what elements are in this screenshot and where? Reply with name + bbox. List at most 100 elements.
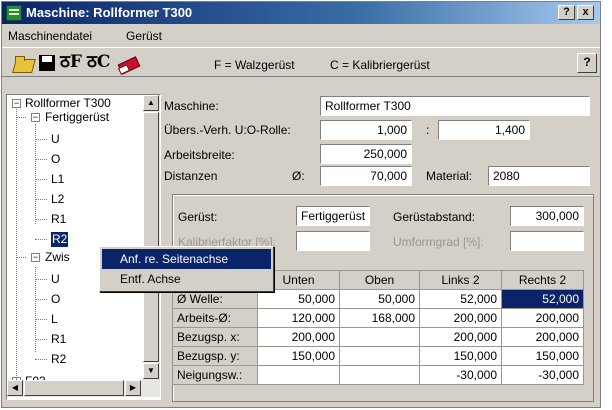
geruestabstand-label: Gerüstabstand: [393, 210, 476, 224]
column-header[interactable]: Links 2 [419, 270, 502, 290]
column-header[interactable]: Oben [339, 270, 420, 290]
rollform-c-icon[interactable]: ठC [87, 51, 110, 73]
geruest-field[interactable]: Fertiggerüst [296, 206, 370, 226]
column-header[interactable]: Rechts 2 [501, 270, 584, 290]
ubers-separator: : [426, 123, 430, 137]
collapse-icon[interactable]: − [31, 253, 40, 262]
grid-cell[interactable] [257, 365, 340, 385]
table-row: Neigungsw.: -30,000 -30,000 [172, 365, 584, 385]
material-field[interactable]: 2080 [488, 166, 590, 186]
legend-c: C = Kalibriergerüst [330, 58, 430, 72]
tree-root[interactable]: Rollformer T300 [25, 96, 111, 111]
toolbar: ठF ठC F = Walzgerüst C = Kalibriergerüst… [2, 47, 600, 77]
tree-item[interactable]: R1 [51, 212, 66, 227]
app-icon [6, 5, 22, 21]
arbeitsbreite-label: Arbeitsbreite: [164, 148, 235, 162]
scroll-thumb[interactable] [143, 112, 159, 362]
tree-item-selected[interactable]: R2 [51, 232, 69, 247]
grid-cell[interactable] [339, 327, 420, 347]
collapse-icon[interactable]: − [31, 113, 40, 122]
grid-cell[interactable] [339, 365, 420, 385]
table-row: Bezugsp. y: 150,000 150,000 150,000 [172, 346, 584, 366]
tree-item[interactable]: R2 [51, 352, 66, 367]
row-header: Bezugsp. x: [172, 327, 258, 347]
scroll-down-icon[interactable]: ▼ [143, 363, 159, 379]
tree-line [16, 117, 26, 118]
window-title: Maschine: Rollformer T300 [26, 5, 193, 20]
menu-bar: Maschinendatei Gerüst [2, 26, 600, 45]
distanzen-field[interactable]: 70,000 [320, 166, 412, 186]
title-bar[interactable]: Maschine: Rollformer T300 ? x [2, 2, 600, 24]
tree-item[interactable]: U [51, 132, 60, 147]
menu-item-add-right-axis[interactable]: Anf. re. Seitenachse [102, 249, 271, 269]
scroll-right-icon[interactable]: ▶ [125, 380, 141, 396]
row-header: Bezugsp. y: [172, 346, 258, 366]
grid-cell[interactable]: 150,000 [501, 346, 584, 366]
umformgrad-label: Umformgrad [%]: [393, 235, 484, 249]
tree-item[interactable]: U [51, 272, 60, 287]
close-button[interactable]: x [577, 5, 594, 20]
table-row: Bezugsp. x: 200,000 200,000 200,000 [172, 327, 584, 347]
grid-cell[interactable]: 200,000 [257, 327, 340, 347]
tree-line [16, 104, 17, 378]
geruestabstand-field[interactable]: 300,000 [510, 206, 584, 226]
grid-cell[interactable]: 150,000 [419, 346, 502, 366]
tree-group-zwischen[interactable]: Zwis [45, 250, 70, 265]
grid-cell[interactable]: 52,000 [419, 289, 502, 309]
grid-cell[interactable]: 200,000 [419, 308, 502, 328]
table-row: Arbeits-Ø: 120,000 168,000 200,000 200,0… [172, 308, 584, 328]
umformgrad-field[interactable] [510, 231, 584, 251]
grid-cell[interactable]: 150,000 [257, 346, 340, 366]
menu-maschinendatei[interactable]: Maschinendatei [8, 29, 92, 43]
row-header: Arbeits-Ø: [172, 308, 258, 328]
grid-cell[interactable] [339, 346, 420, 366]
tree-item[interactable]: O [51, 292, 60, 307]
grid-cell[interactable]: 200,000 [419, 327, 502, 347]
ubers-field-2[interactable]: 1,400 [438, 120, 530, 140]
kalibrierfaktor-field[interactable] [296, 231, 370, 251]
grid-cell[interactable]: -30,000 [501, 365, 584, 385]
grid-cell[interactable]: 50,000 [339, 289, 420, 309]
row-header: Ø Welle: [172, 289, 258, 309]
diameter-label: Ø: [292, 169, 305, 183]
main-window: Maschine: Rollformer T300 ? x Maschinend… [1, 1, 601, 408]
help-icon[interactable]: ? [577, 53, 597, 73]
collapse-icon[interactable]: − [12, 99, 21, 108]
grid-cell[interactable]: -30,000 [419, 365, 502, 385]
grid-cell[interactable]: 200,000 [501, 327, 584, 347]
menu-item-remove-axis[interactable]: Entf. Achse [102, 269, 271, 289]
scroll-left-icon[interactable]: ◀ [7, 380, 23, 396]
menu-geruest[interactable]: Gerüst [126, 29, 162, 43]
rollform-f-icon[interactable]: ठF [60, 51, 82, 73]
tree-horizontal-scrollbar[interactable]: ◀ ▶ [7, 380, 160, 397]
maschine-label: Maschine: [164, 99, 219, 113]
tree-item[interactable]: O [51, 152, 60, 167]
geruest-label: Gerüst: [178, 210, 218, 224]
scroll-up-icon[interactable]: ▲ [143, 95, 159, 111]
help-title-button[interactable]: ? [558, 5, 575, 20]
context-menu: Anf. re. Seitenachse Entf. Achse [99, 246, 274, 292]
eraser-icon[interactable] [117, 52, 139, 74]
tree-group-fertiggeruest[interactable]: Fertiggerüst [45, 110, 109, 125]
tree-vertical-scrollbar[interactable]: ▲ ▼ [143, 95, 160, 380]
distanzen-label: Distanzen [164, 169, 218, 183]
legend-f: F = Walzgerüst [214, 58, 295, 72]
grid-cell[interactable]: 120,000 [257, 308, 340, 328]
maschine-field[interactable]: Rollformer T300 [320, 96, 590, 116]
row-header: Neigungsw.: [172, 365, 258, 385]
grid-cell[interactable]: 200,000 [501, 308, 584, 328]
tree-line [16, 257, 26, 258]
open-folder-icon[interactable] [12, 52, 34, 74]
tree-item[interactable]: L1 [51, 172, 64, 187]
ubers-field-1[interactable]: 1,000 [320, 120, 412, 140]
save-icon[interactable] [36, 52, 58, 74]
scroll-thumb[interactable] [24, 380, 124, 396]
material-label: Material: [426, 169, 473, 183]
grid-cell-selected[interactable]: 52,000 [501, 289, 584, 309]
tree-item[interactable]: L2 [51, 192, 64, 207]
tree-item[interactable]: L [51, 312, 58, 327]
tree-item[interactable]: R1 [51, 332, 66, 347]
arbeitsbreite-field[interactable]: 250,000 [320, 144, 412, 164]
grid-cell[interactable]: 168,000 [339, 308, 420, 328]
grid-cell[interactable]: 50,000 [257, 289, 340, 309]
